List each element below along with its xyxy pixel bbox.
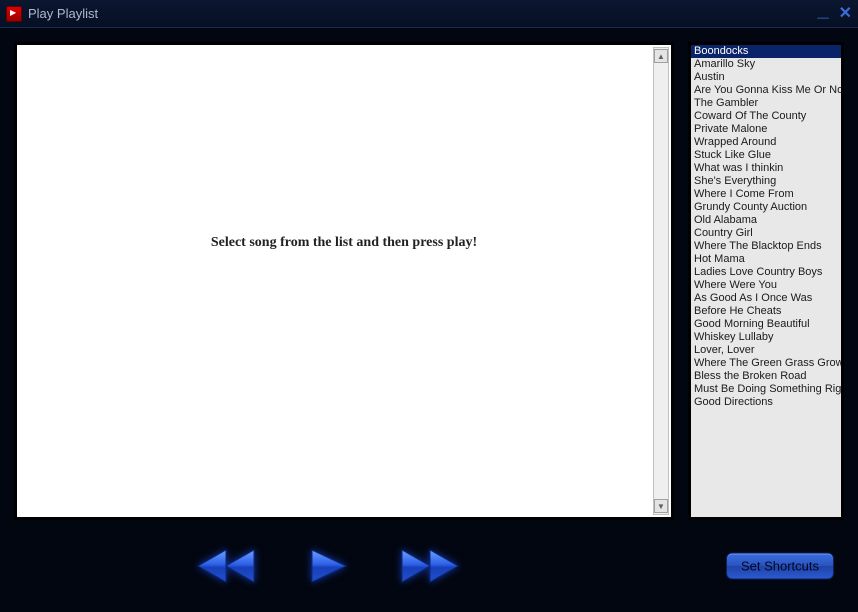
list-item[interactable]: Good Directions [691,396,841,409]
video-scrollbar[interactable]: ▲ ▼ [653,47,669,515]
list-item[interactable]: Boondocks [691,45,841,58]
fast-forward-icon [398,546,462,586]
list-item[interactable]: Bless the Broken Road [691,370,841,383]
list-item[interactable]: Private Malone [691,123,841,136]
client-area: Select song from the list and then press… [0,28,858,612]
list-item[interactable]: Lover, Lover [691,344,841,357]
list-item[interactable]: Old Alabama [691,214,841,227]
list-item[interactable]: Before He Cheats [691,305,841,318]
list-item[interactable]: The Gambler [691,97,841,110]
list-item[interactable]: Good Morning Beautiful [691,318,841,331]
list-item[interactable]: Where Were You [691,279,841,292]
control-bar: Set Shortcuts [14,520,844,612]
window-controls: _ ✕ [817,4,852,24]
titlebar: Play Playlist _ ✕ [0,0,858,28]
list-item[interactable]: She's Everything [691,175,841,188]
main-row: Select song from the list and then press… [14,42,844,520]
video-panel: Select song from the list and then press… [14,42,674,520]
list-item[interactable]: Hot Mama [691,253,841,266]
transport-controls [194,546,462,586]
playlist-listbox[interactable]: BoondocksAmarillo SkyAustinAre You Gonna… [688,42,844,520]
list-item[interactable]: As Good As I Once Was [691,292,841,305]
list-item[interactable]: Whiskey Lullaby [691,331,841,344]
list-item[interactable]: Country Girl [691,227,841,240]
list-item[interactable]: What was I thinkin [691,162,841,175]
play-button[interactable] [306,546,350,586]
scroll-up-icon[interactable]: ▲ [654,49,668,63]
list-item[interactable]: Stuck Like Glue [691,149,841,162]
list-item[interactable]: Amarillo Sky [691,58,841,71]
list-item[interactable]: Austin [691,71,841,84]
list-item[interactable]: Grundy County Auction [691,201,841,214]
set-shortcuts-button[interactable]: Set Shortcuts [726,553,834,580]
list-item[interactable]: Wrapped Around [691,136,841,149]
scroll-down-icon[interactable]: ▼ [654,499,668,513]
next-button[interactable] [398,546,462,586]
window-title: Play Playlist [28,6,817,21]
list-item[interactable]: Where The Blacktop Ends [691,240,841,253]
video-prompt: Select song from the list and then press… [211,235,477,251]
rewind-icon [194,546,258,586]
close-button[interactable]: ✕ [839,6,852,22]
list-item[interactable]: Coward Of The County [691,110,841,123]
list-item[interactable]: Must Be Doing Something Right [691,383,841,396]
app-icon [6,6,22,22]
previous-button[interactable] [194,546,258,586]
list-item[interactable]: Ladies Love Country Boys [691,266,841,279]
list-item[interactable]: Where The Green Grass Grows [691,357,841,370]
list-item[interactable]: Are You Gonna Kiss Me Or Not [691,84,841,97]
list-item[interactable]: Where I Come From [691,188,841,201]
play-icon [306,546,350,586]
minimize-button[interactable]: _ [817,0,828,20]
